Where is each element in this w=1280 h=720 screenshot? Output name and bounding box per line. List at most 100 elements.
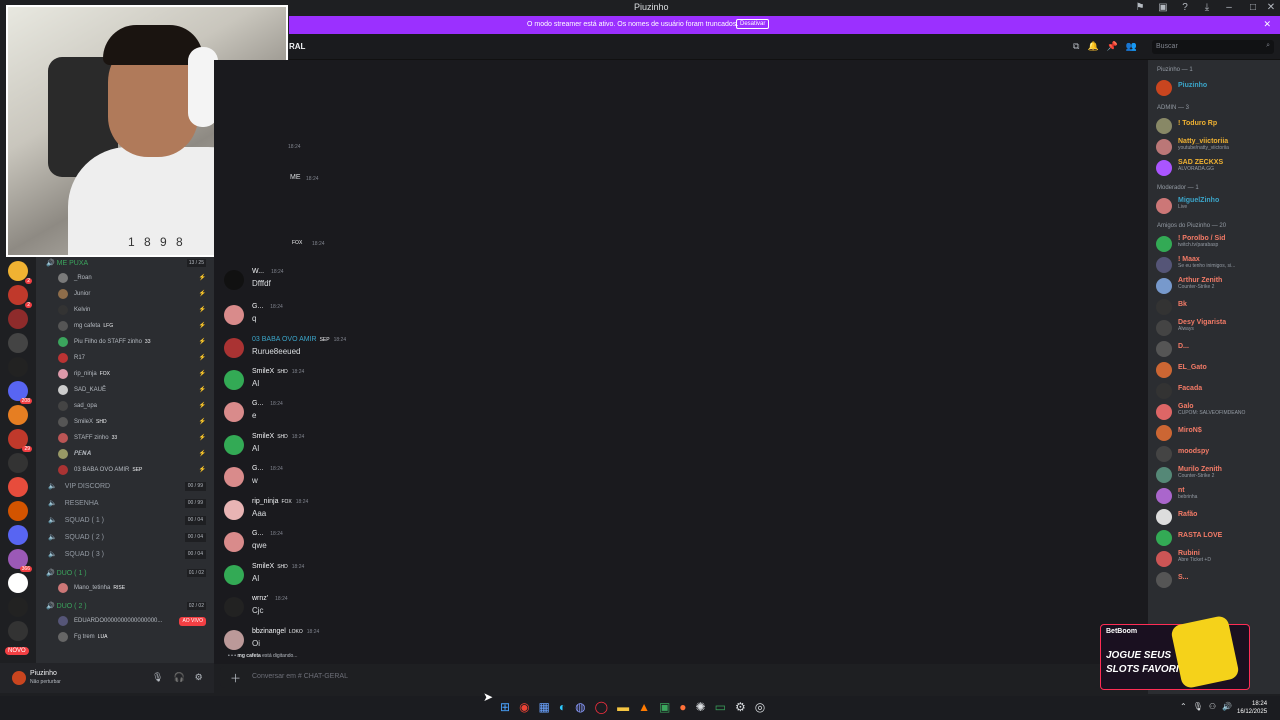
member-item[interactable]: nt bebrinha [1148,485,1280,506]
app-icon[interactable]: ▣ [659,700,679,714]
server-icon[interactable] [8,477,28,497]
member-item[interactable]: MiroN$ [1148,422,1280,443]
avatar[interactable] [224,500,244,520]
server-icon[interactable]: 208 [8,381,32,404]
inbox-icon[interactable]: ▣ [1156,1,1170,15]
chat-message[interactable]: SmileX SHD 18:24 Al [214,563,614,593]
message-author[interactable]: G... 18:24 [252,303,283,310]
avatar[interactable] [224,630,244,650]
chat-message[interactable]: W... 18:24 Dfffdf [214,268,614,298]
disable-streamer-mode-button[interactable]: Desativar [736,19,770,29]
voice-user[interactable]: Fg trem LUA [36,629,214,645]
folder-icon[interactable]: ▬ [617,700,638,714]
voice-user[interactable]: Mano_tetinha RISE [36,580,214,596]
chat-message[interactable]: G... 18:24 w [214,465,614,495]
member-item[interactable]: MiguelZinho Live [1148,195,1280,216]
server-icon[interactable] [8,621,28,641]
voice-user[interactable]: Kelvin ⚡ [36,302,214,318]
voice-user[interactable]: EDUARDO0000000000000000... AO VIVO [36,613,214,629]
opera-icon[interactable]: ◯ [595,700,617,714]
voice-user[interactable]: SmileX SHD ⚡ [36,414,214,430]
network-icon[interactable]: ⚇ [1209,702,1222,711]
member-item[interactable]: Rafão [1148,506,1280,527]
message-author[interactable]: G... 18:24 [252,400,283,407]
member-list-icon[interactable]: 👥 [1126,41,1145,51]
member-item[interactable]: Murilo Zenith Counter-Strike 2 [1148,464,1280,485]
discord-icon[interactable]: ◍ [575,700,594,714]
chat-message[interactable]: rip_ninja FOX 18:24 Aaa [214,498,614,528]
system-clock[interactable]: 18:24 16/12/2025 [1237,700,1267,716]
server-icon[interactable] [8,525,28,545]
voice-channel[interactable]: 🔈 SQUAD ( 3 ) 00 / 04 [36,546,214,563]
member-item[interactable]: SAD ZECKXS ALVORADA.GG [1148,157,1280,178]
maximize-icon[interactable]: □ [1246,1,1260,15]
server-icon[interactable] [8,501,28,521]
member-item[interactable]: ! Porolbo / Sid twitch.tv/parabasp [1148,233,1280,254]
avatar[interactable] [224,467,244,487]
avatar[interactable] [224,532,244,552]
message-author[interactable]: G... 18:24 [252,465,283,472]
voice-channel-me-puxa[interactable]: 🔊 ME PUXA 13 / 25 [36,259,214,270]
minimize-icon[interactable]: – [1222,1,1236,15]
member-item[interactable]: D... [1148,338,1280,359]
voice-channel-duo-2[interactable]: 🔊 DUO ( 2 ) 02 / 02 [36,602,214,613]
server-icon[interactable] [8,405,28,425]
message-author[interactable]: bbzinangel LOKO 18:24 [252,628,319,635]
chevron-up-icon[interactable]: ⌃ [1180,702,1193,711]
member-item[interactable]: Desy Vigarista Always [1148,317,1280,338]
member-item[interactable]: S... [1148,569,1280,590]
avatar[interactable] [224,565,244,585]
member-item[interactable]: Facada [1148,380,1280,401]
message-author[interactable]: wrnz' 18:24 [252,595,288,602]
voice-user[interactable]: STAFF zinho 33 ⚡ [36,430,214,446]
adobe-icon[interactable]: ▲ [638,700,659,714]
member-item[interactable]: ! Maax Se eu tenho inimigos, si... [1148,254,1280,275]
voice-user[interactable]: Junior ⚡ [36,286,214,302]
headphones-icon[interactable]: 🎧 [173,672,194,682]
voice-user[interactable]: R17 ⚡ [36,350,214,366]
firefox-icon[interactable]: ● [679,700,695,714]
avatar[interactable] [224,270,244,290]
avatar[interactable] [224,435,244,455]
threads-icon[interactable]: ⧉ [1073,41,1087,51]
voice-user[interactable]: SAD_KAUÊ ⚡ [36,382,214,398]
server-icon[interactable] [8,573,28,593]
message-author[interactable]: SmileX SHD 18:24 [252,563,304,570]
help-icon[interactable]: ? [1178,1,1192,15]
member-item[interactable]: Galo CUPOM: SALVEOFIMDEANO [1148,401,1280,422]
voice-user[interactable]: 𝑷𝑬𝑵𝑨 ⚡ [36,446,214,462]
microphone-icon[interactable]: 🎙 [152,672,173,682]
edge-icon[interactable]: ◐ [559,700,575,714]
steam-icon[interactable]: ✺ [696,700,715,714]
message-author[interactable]: SmileX SHD 18:24 [252,368,304,375]
voice-user[interactable]: _Roan ⚡ [36,270,214,286]
gear-icon[interactable]: ⚙ [195,672,213,682]
message-author[interactable]: SmileX SHD 18:24 [252,433,304,440]
voice-user[interactable]: mg cafeta LFG ⚡ [36,318,214,334]
gpu-icon[interactable]: ◎ [755,700,774,714]
pin-icon[interactable]: ⚑ [1133,1,1147,15]
server-icon[interactable] [8,453,28,473]
volume-icon[interactable]: 🔊 [1222,702,1238,711]
chat-message[interactable]: 03 BABA OVO AMIR SEP 18:24 Rurue8eeued [214,336,614,366]
chat-message[interactable]: wrnz' 18:24 Cjc [214,595,614,625]
server-icon[interactable]: 2 [8,285,32,308]
member-item[interactable]: Natty_viictoriia youtube/natty_viictoriia [1148,136,1280,157]
voice-channel[interactable]: 🔈 SQUAD ( 1 ) 00 / 04 [36,512,214,529]
member-item[interactable]: moodspy [1148,443,1280,464]
add-attachment-icon[interactable]: ＋ [230,670,241,686]
search-input[interactable]: Buscar ⌕ [1152,40,1274,54]
chat-message[interactable]: G... 18:24 q [214,303,614,333]
server-icon[interactable] [8,333,28,353]
message-author[interactable]: 03 BABA OVO AMIR SEP 18:24 [252,336,346,343]
voice-channel[interactable]: 🔈 SQUAD ( 2 ) 00 / 04 [36,529,214,546]
avatar[interactable] [224,597,244,617]
close-icon[interactable]: ✕ [1264,1,1278,15]
server-icon[interactable]: 29 [8,429,32,452]
avatar[interactable] [224,370,244,390]
start-menu-icon[interactable]: ⊞ [500,700,519,714]
avatar[interactable] [12,671,26,685]
member-item[interactable]: Piuzinho [1148,77,1280,98]
message-author[interactable]: G... 18:24 [252,530,283,537]
server-icon[interactable]: 366 [8,549,32,572]
